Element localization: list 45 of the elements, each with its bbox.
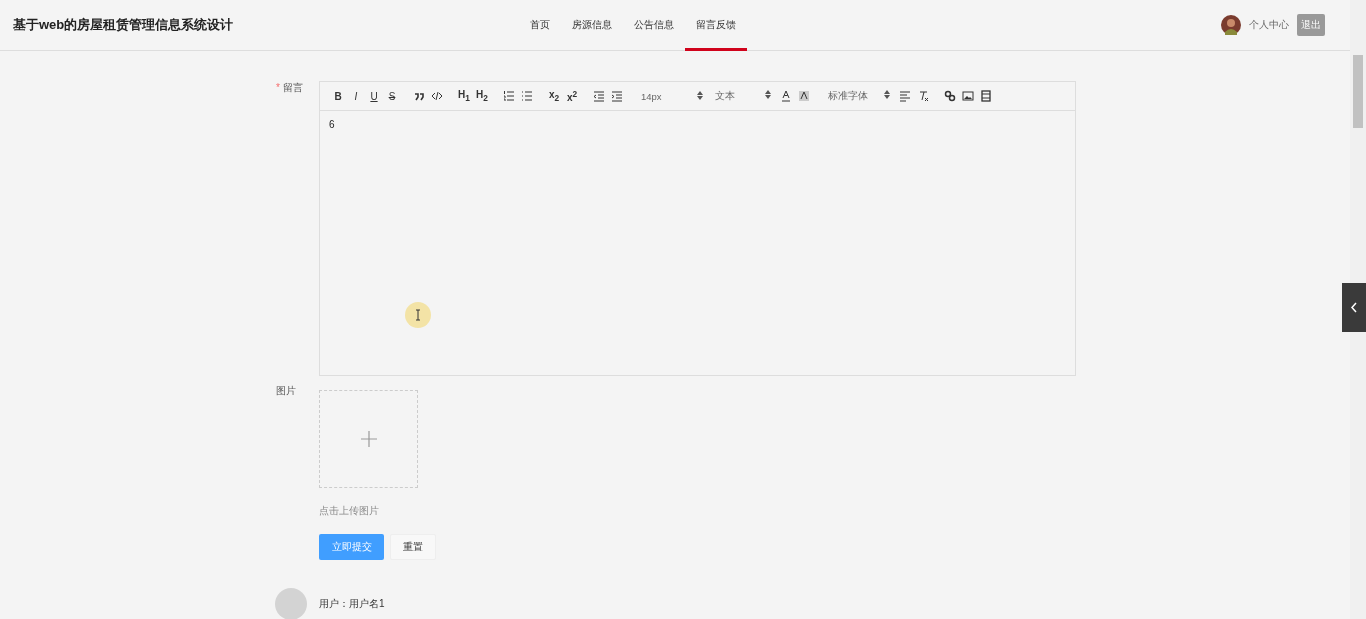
clear-format-icon[interactable] [917, 90, 929, 102]
numbered-list-icon[interactable] [503, 90, 515, 102]
plus-icon [360, 431, 377, 447]
code-icon[interactable] [431, 90, 443, 102]
toolbar-dropdown[interactable]: 文本 [709, 89, 777, 103]
dropdown-arrows-icon [765, 89, 771, 99]
highlight-icon[interactable] [798, 90, 810, 102]
required-mark: * [276, 82, 280, 93]
nav-tab[interactable]: 留言反馈 [685, 0, 747, 51]
upload-hint: 点击上传图片 [319, 505, 380, 518]
indent-icon[interactable] [611, 90, 623, 102]
profile-link[interactable]: 个人中心 [1249, 18, 1289, 32]
dropdown-arrows-icon [697, 90, 703, 100]
avatar-icon[interactable] [1221, 15, 1241, 35]
toolbar-button[interactable]: H$_{1}$ [455, 89, 473, 103]
outdent-icon[interactable] [593, 90, 605, 102]
field-label: 留言 [282, 82, 303, 93]
image-icon[interactable] [962, 90, 974, 102]
rich-text-editor[interactable]: 6 [320, 111, 1075, 375]
site-title: 基于web的房屋租赁管理信息系统设计 [13, 16, 235, 34]
nav-tab[interactable]: 首页 [519, 0, 561, 51]
field-label: 图片 [276, 384, 297, 398]
toolbar-button[interactable]: I [347, 90, 365, 102]
comment-author: 用户：用户名1 [319, 597, 385, 611]
cursor-icon [404, 301, 432, 329]
toolbar-dropdown[interactable]: 标准字体 [822, 89, 896, 103]
reset-button[interactable]: 重置 [390, 534, 436, 560]
toolbar-button[interactable]: B [329, 90, 347, 102]
font-color-icon[interactable] [780, 90, 792, 102]
video-icon[interactable] [980, 90, 992, 102]
quote-icon[interactable] [413, 90, 425, 102]
nav-tab[interactable]: 房源信息 [561, 0, 623, 51]
dropdown-arrows-icon [884, 89, 890, 99]
nav-tab[interactable]: 公告信息 [623, 0, 685, 51]
toolbar-button[interactable]: U [365, 90, 383, 102]
avatar-icon [275, 588, 307, 619]
link-icon[interactable] [944, 90, 956, 102]
toolbar-button[interactable]: S [383, 90, 401, 102]
bullet-list-icon[interactable] [521, 90, 533, 102]
toolbar-button[interactable]: x$^{2}$ [563, 88, 581, 104]
scrollbar-thumb[interactable] [1353, 55, 1363, 128]
toolbar-button[interactable]: H$_{2}$ [473, 89, 491, 103]
toolbar-dropdown[interactable]: 14px [635, 90, 709, 102]
toolbar-button[interactable]: x$_{2}$ [545, 89, 563, 103]
align-left-icon[interactable] [899, 90, 911, 102]
